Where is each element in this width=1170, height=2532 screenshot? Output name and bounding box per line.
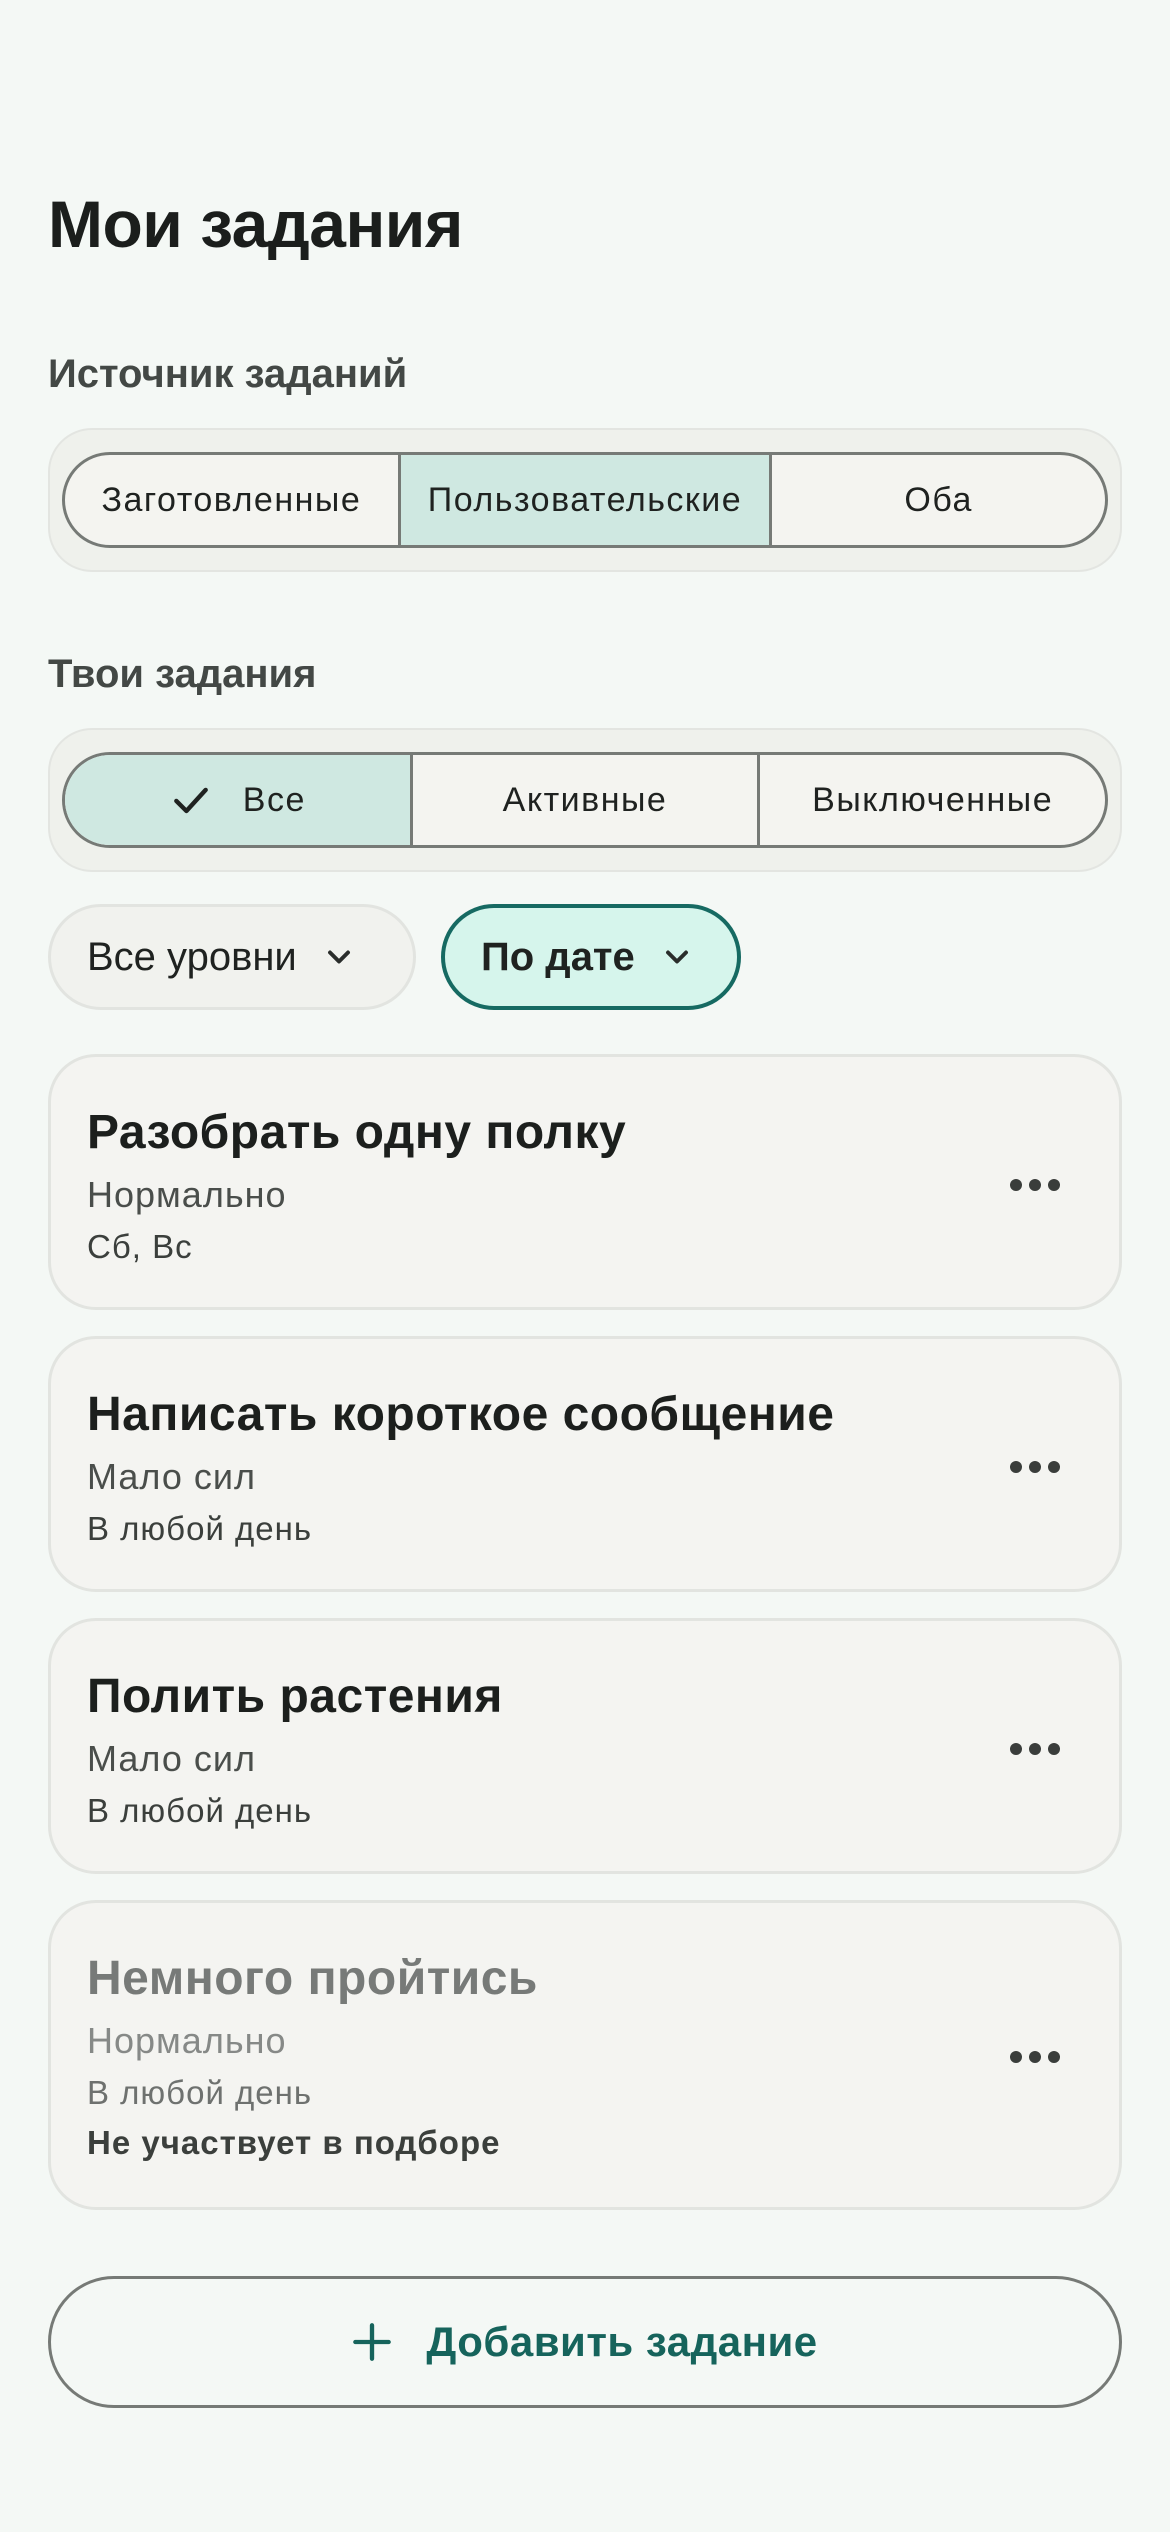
segment-disabled[interactable]: Выключенные: [760, 755, 1105, 845]
status-segmented-control: Все Активные Выключенные: [62, 752, 1108, 848]
task-days: Сб, Вс: [87, 1228, 193, 1265]
task-title: Написать короткое сообщение: [87, 1388, 835, 1441]
task-title: Полить растения: [87, 1670, 503, 1723]
segment-prepared[interactable]: Заготовленные: [65, 455, 401, 545]
more-horizontal-icon: [1010, 1743, 1060, 1755]
task-card-disabled[interactable]: Немного пройтись Нормально В любой день …: [48, 1900, 1122, 2210]
segment-label: Все: [242, 781, 306, 819]
segment-active[interactable]: Активные: [413, 755, 761, 845]
task-card[interactable]: Написать короткое сообщение Мало сил В л…: [48, 1336, 1122, 1592]
segment-label: Оба: [904, 481, 973, 519]
task-card[interactable]: Полить растения Мало сил В любой день: [48, 1618, 1122, 1874]
status-segmented-control-container: Все Активные Выключенные: [48, 728, 1122, 872]
segment-label: Выключенные: [812, 781, 1054, 819]
task-level: Нормально: [87, 2020, 287, 2061]
sort-chip[interactable]: По дате: [441, 904, 741, 1010]
sort-chip-label: По дате: [481, 934, 635, 979]
segment-both[interactable]: Оба: [772, 455, 1105, 545]
level-filter-label: Все уровни: [87, 934, 297, 979]
tasks-screen: Мои задания Источник заданий Заготовленн…: [0, 0, 1170, 2532]
plus-icon: [353, 2323, 392, 2361]
more-options-button[interactable]: [1005, 1437, 1065, 1497]
task-level: Нормально: [87, 1174, 287, 1215]
page-title: Мои задания: [48, 187, 463, 261]
level-filter-chip[interactable]: Все уровни: [48, 904, 416, 1010]
more-options-button[interactable]: [1005, 2027, 1065, 2087]
segment-label: Пользовательские: [427, 481, 743, 519]
task-title: Немного пройтись: [87, 1952, 538, 2005]
add-task-label: Добавить задание: [426, 2318, 818, 2365]
more-options-button[interactable]: [1005, 1719, 1065, 1779]
task-level: Мало сил: [87, 1738, 256, 1779]
segment-custom[interactable]: Пользовательские: [400, 455, 773, 545]
segment-all[interactable]: Все: [65, 755, 413, 845]
chevron-down-icon: [665, 950, 688, 964]
more-horizontal-icon: [1010, 1179, 1060, 1191]
more-options-button[interactable]: [1005, 1155, 1065, 1215]
segment-label: Активные: [502, 781, 668, 819]
add-task-button[interactable]: Добавить задание: [48, 2276, 1122, 2408]
segment-label: Заготовленные: [101, 481, 362, 519]
source-segmented-control: Заготовленные Пользовательские Оба: [62, 452, 1108, 548]
your-tasks-section-label: Твои задания: [48, 652, 317, 696]
task-level: Мало сил: [87, 1456, 256, 1497]
task-card[interactable]: Разобрать одну полку Нормально Сб, Вс: [48, 1054, 1122, 1310]
task-days: В любой день: [87, 1510, 313, 1547]
task-days: В любой день: [87, 2074, 313, 2111]
more-horizontal-icon: [1010, 2051, 1060, 2063]
task-title: Разобрать одну полку: [87, 1106, 627, 1159]
more-horizontal-icon: [1010, 1461, 1060, 1473]
check-icon: [173, 787, 208, 814]
task-excluded-note: Не участвует в подборе: [87, 2124, 501, 2161]
source-segmented-control-container: Заготовленные Пользовательские Оба: [48, 428, 1122, 572]
chevron-down-icon: [327, 950, 350, 964]
source-section-label: Источник заданий: [48, 352, 408, 396]
task-days: В любой день: [87, 1792, 313, 1829]
